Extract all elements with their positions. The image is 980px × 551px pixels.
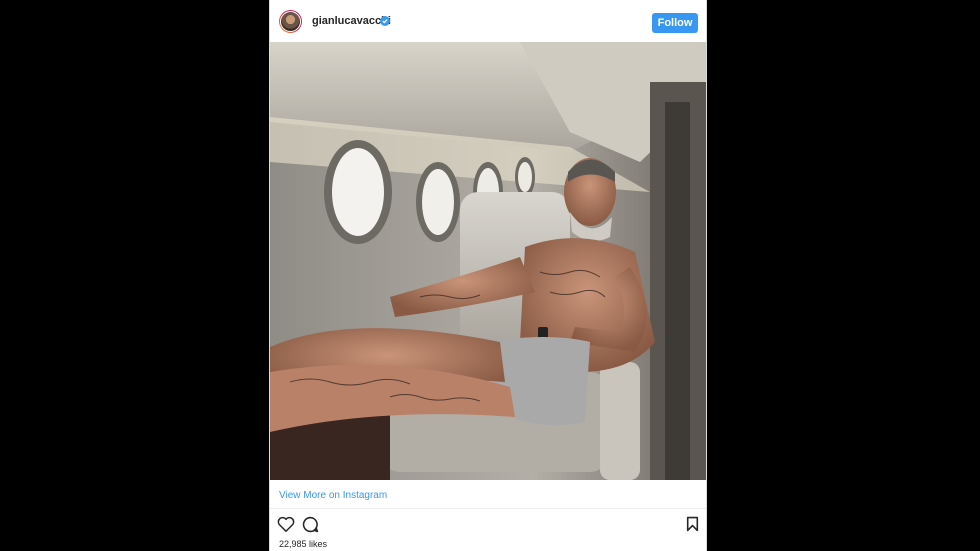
view-more-link[interactable]: View More on Instagram <box>279 490 387 501</box>
heart-icon[interactable] <box>277 516 295 533</box>
likes-count: 22,985 likes <box>279 539 328 549</box>
instagram-embed-card: gianlucavacchi Follow View More on Insta… <box>269 0 707 551</box>
post-header: gianlucavacchi Follow <box>270 0 706 43</box>
avatar[interactable] <box>279 10 302 33</box>
comment-icon[interactable] <box>302 516 319 533</box>
follow-button[interactable]: Follow <box>652 13 698 33</box>
verified-badge-icon <box>380 16 390 26</box>
post-photo[interactable] <box>270 42 706 480</box>
divider <box>270 508 706 509</box>
bookmark-icon[interactable] <box>686 516 699 532</box>
airplane-cabin-photo <box>270 42 706 480</box>
